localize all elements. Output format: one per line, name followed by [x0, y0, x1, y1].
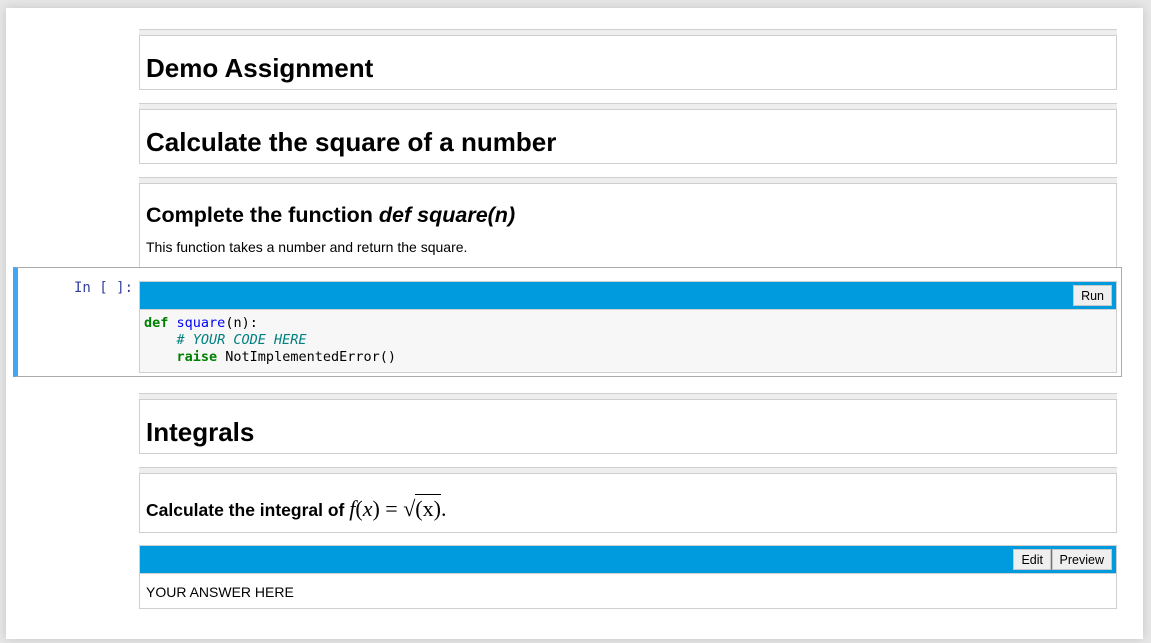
code-comment: # YOUR CODE HERE: [176, 332, 307, 348]
code-keyword-raise: raise: [176, 349, 218, 365]
math-rparen: ): [372, 496, 380, 521]
preview-button[interactable]: Preview: [1051, 549, 1112, 570]
integral-prefix: Calculate the integral of: [146, 500, 350, 520]
code-exception: NotImplementedError(): [225, 349, 396, 365]
math-period: .: [440, 496, 447, 521]
markdown-cell-integrals-heading[interactable]: Integrals: [139, 393, 1117, 454]
markdown-cell-title[interactable]: Demo Assignment: [139, 29, 1117, 90]
section-heading-integrals: Integrals: [146, 417, 255, 447]
cell-top-bar: [139, 177, 1117, 184]
section-heading-square: Calculate the square of a number: [146, 127, 557, 157]
task-heading: Complete the function def square(n): [146, 184, 1110, 228]
integral-question: Calculate the integral of f(x) = √(x).: [146, 474, 1110, 523]
math-formula: f(x) = √(x).: [349, 494, 446, 521]
math-equals: =: [379, 496, 404, 521]
code-editor[interactable]: def square(n): # YOUR CODE HERE raise No…: [139, 309, 1117, 373]
input-prompt: In [ ]:: [74, 280, 134, 296]
code-function-name: square: [176, 315, 226, 331]
task-heading-code: def square(n): [378, 203, 516, 227]
edit-button[interactable]: Edit: [1013, 549, 1051, 570]
code-keyword-def: def: [144, 315, 169, 331]
code-cell-toolbar: Run: [139, 281, 1117, 311]
assignment-title: Demo Assignment: [146, 53, 374, 83]
cell-top-bar: [139, 467, 1117, 474]
task-heading-prefix: Complete the function: [146, 203, 379, 227]
math-sqrt-sign: √: [403, 496, 416, 521]
math-x: x: [362, 496, 373, 521]
math-sqrt-arg: (x): [415, 494, 441, 521]
task-description: This function takes a number and return …: [146, 239, 468, 255]
code-params: (n):: [225, 315, 258, 331]
answer-cell-toolbar: Edit Preview: [139, 545, 1117, 575]
math-lparen: (: [355, 496, 363, 521]
markdown-cell-task[interactable]: Complete the function def square(n) This…: [139, 177, 1117, 268]
run-button[interactable]: Run: [1073, 285, 1112, 306]
cell-top-bar: [139, 393, 1117, 400]
cell-top-bar: [139, 103, 1117, 110]
markdown-cell-integral-question[interactable]: Calculate the integral of f(x) = √(x).: [139, 467, 1117, 533]
markdown-cell-square-heading[interactable]: Calculate the square of a number: [139, 103, 1117, 164]
answer-text-area[interactable]: YOUR ANSWER HERE: [139, 573, 1117, 609]
cell-top-bar: [139, 29, 1117, 36]
